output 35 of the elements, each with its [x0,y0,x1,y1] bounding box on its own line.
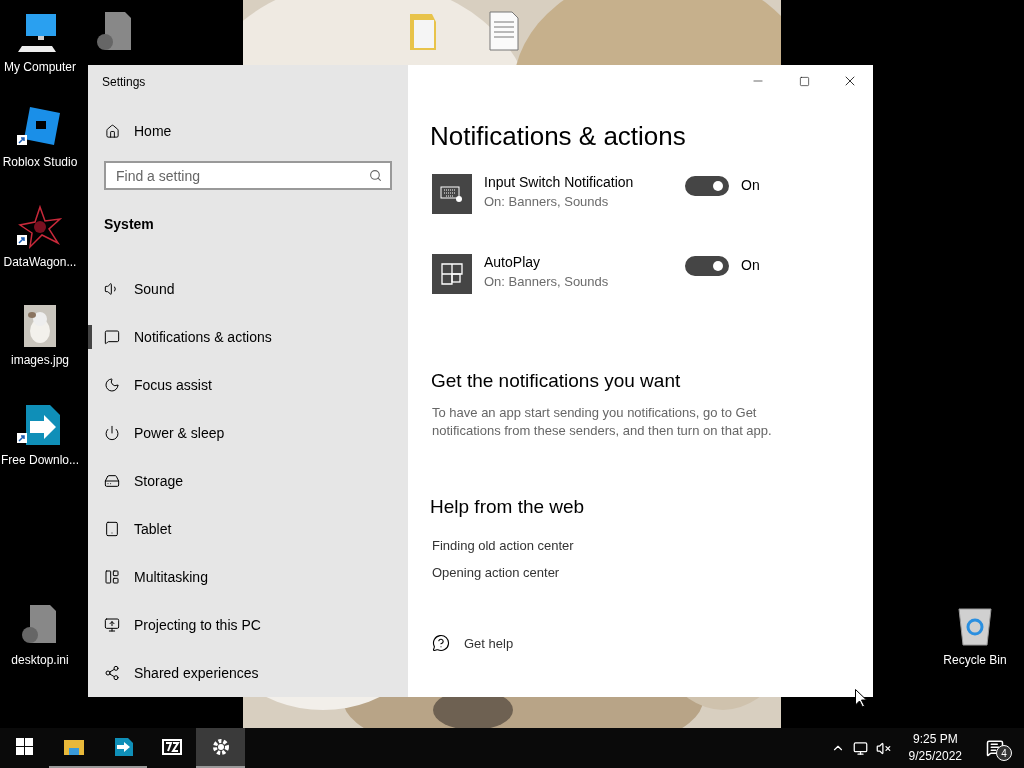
icon-label: Roblox Studio [2,155,78,170]
icon-label: My Computer [4,60,76,75]
page-heading: Notifications & actions [430,121,687,152]
get-help-link[interactable]: Get help [464,635,514,651]
section-title: System [104,216,155,232]
sidebar-item[interactable]: Projecting to this PC [88,601,408,649]
sidebar-item[interactable]: Shared experiences [88,649,408,697]
icon-label: Free Downlo... [1,453,79,468]
icon-label: Recycle Bin [943,653,1007,668]
sender-name: Input Switch Notification [484,174,635,190]
toggle-label: On [741,257,760,273]
clock[interactable]: 9:25 PM 9/25/2022 [908,731,962,765]
section-title: Get the notifications you want [431,370,682,392]
sidebar-item[interactable]: Storage [88,457,408,505]
sidebar-item[interactable]: Multitasking [88,553,408,601]
sender-detail: On: Banners, Sounds [484,194,610,209]
icon-label: DataWagon... [3,255,77,270]
help-link[interactable]: Opening action center [432,565,873,580]
help-link[interactable]: Finding old action center [432,538,873,553]
sidebar-item[interactable]: Sound [88,265,408,313]
info-text: To have an app start sending you notifications, go to Get notifications from these senders, and then turn on that app. [432,404,773,440]
notification-button[interactable]: 4 [980,733,1010,763]
toggle-label: On [741,177,760,193]
sidebar-item[interactable]: Tablet [88,505,408,553]
section-title: Help from the web [430,496,586,518]
search-field[interactable]: Find a setting [104,161,392,190]
sender-detail: On: Banners, Sounds [484,274,610,289]
sidebar-item[interactable]: Focus assist [88,361,408,409]
sender-name: AutoPlay [484,254,542,270]
home-link[interactable]: Home [134,123,172,139]
window-title: Settings [102,75,147,89]
sidebar-item[interactable]: Power & sleep [88,409,408,457]
sidebar-item[interactable]: Notifications & actions [88,313,408,361]
icon-label: desktop.ini [11,653,69,668]
icon-label: images.jpg [11,353,69,368]
